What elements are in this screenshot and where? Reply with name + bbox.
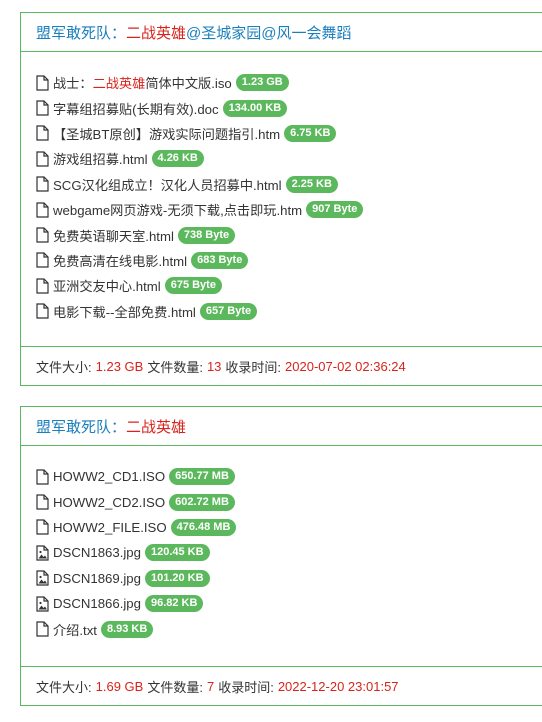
file-size-badge: 602.72 MB [169, 493, 235, 511]
file-size-badge: 6.75 KB [284, 124, 337, 142]
file-icon [36, 621, 49, 637]
file-item[interactable]: HOWW2_CD1.ISO 650.77 MB [36, 464, 236, 489]
file-name: 亚洲交友中心.html [53, 279, 161, 295]
file-name: DSCN1863.jpg [53, 545, 141, 561]
file-size-badge: 738 Byte [177, 226, 236, 244]
file-name: webgame网页游戏-无须下载,点击即玩.htm [53, 203, 303, 219]
file-item[interactable]: 字幕组招募贴(长期有效).doc 134.00 KB [36, 95, 363, 120]
file-item[interactable]: webgame网页游戏-无须下载,点击即玩.htm 907 Byte [36, 197, 364, 222]
image-file-icon [36, 570, 49, 586]
file-item[interactable]: 免费英语聊天室.html 738 Byte [36, 222, 363, 247]
file-icon [36, 227, 49, 243]
file-count-label: 文件数量: [147, 359, 203, 375]
file-item[interactable]: 游戏组招募.html 4.26 KB [36, 146, 363, 171]
file-size-badge: 4.26 KB [151, 150, 204, 168]
file-item[interactable]: 【圣城BT原创】游戏实际问题指引.htm 6.75 KB [36, 121, 363, 146]
file-item[interactable]: SCG汉化组成立！汉化人员招募中.html 2.25 KB [36, 172, 363, 197]
record-time-value: 2020-07-02 02:36:24 [285, 358, 406, 374]
file-size-badge: 907 Byte [306, 201, 364, 219]
torrent-panel: 盟军敢死队： 二战英雄 @圣城家园@风一会舞蹈 战士： 二战英雄 简体中文版.iso 1.… [20, 12, 542, 386]
file-name: 战士： [53, 76, 93, 92]
panel-footer: 文件大小: 1.69 GB 文件数量: 7 收录时间: 2022-12-20 2… [21, 666, 542, 705]
file-name: DSCN1866.jpg [53, 596, 141, 612]
file-count-value: 13 [206, 358, 222, 374]
file-size-label: 文件大小: [36, 679, 92, 695]
file-icon [36, 519, 49, 536]
file-name-highlight: 二战英雄 [92, 76, 146, 92]
file-icon [36, 494, 49, 510]
file-item[interactable]: HOWW2_FILE.ISO 476.48 MB [36, 515, 237, 540]
file-size-badge: 101.20 KB [144, 569, 210, 587]
file-icon [36, 100, 49, 116]
file-size-value: 1.23 GB [95, 358, 144, 374]
title-highlight: 二战英雄 [126, 418, 187, 436]
file-icon [36, 303, 49, 319]
file-name-suffix: 简体中文版.iso [145, 76, 232, 92]
file-icon [36, 75, 49, 91]
record-time-value: 2022-12-20 23:01:57 [277, 678, 399, 694]
panel-footer: 文件大小: 1.23 GB 文件数量: 13 收录时间: 2020-07-02 … [21, 346, 542, 385]
file-item[interactable]: 亚洲交友中心.html 675 Byte [36, 273, 363, 298]
file-size-badge: 1.23 GB [235, 74, 289, 92]
title-suffix: @圣城家园@风一会舞蹈 [186, 24, 352, 42]
file-item[interactable]: DSCN1863.jpg 120.45 KB [36, 540, 236, 565]
file-name: 介绍.txt [53, 622, 97, 638]
file-name: HOWW2_CD2.ISO [53, 494, 166, 510]
record-time-label: 收录时间: [218, 679, 274, 695]
panel-title[interactable]: 盟军敢死队： 二战英雄 @圣城家园@风一会舞蹈 [21, 13, 542, 52]
file-icon [36, 176, 49, 192]
file-name: 字幕组招募贴(长期有效).doc [53, 101, 219, 117]
file-icon [36, 278, 49, 294]
file-item[interactable]: 战士： 二战英雄 简体中文版.iso 1.23 GB [36, 70, 363, 95]
file-size-badge: 8.93 KB [100, 620, 154, 638]
file-item[interactable]: DSCN1869.jpg 101.20 KB [36, 566, 236, 591]
title-prefix: 盟军敢死队： [36, 24, 127, 42]
file-size-value: 1.69 GB [95, 678, 144, 694]
record-time-label: 收录时间: [225, 359, 282, 375]
file-name: HOWW2_CD1.ISO [53, 469, 166, 485]
file-size-badge: 120.45 KB [144, 544, 210, 562]
file-name: 【圣城BT原创】游戏实际问题指引.htm [53, 126, 281, 142]
file-size-badge: 650.77 MB [169, 468, 235, 486]
file-size-badge: 134.00 KB [222, 99, 288, 117]
file-name: HOWW2_FILE.ISO [53, 519, 167, 535]
file-count-value: 7 [206, 678, 215, 694]
file-item[interactable]: DSCN1866.jpg 96.82 KB [36, 591, 236, 616]
file-name: 电影下载--全部免费.html [53, 304, 196, 320]
title-prefix: 盟军敢死队： [36, 418, 127, 436]
file-size-badge: 476.48 MB [170, 518, 237, 536]
file-icon [36, 202, 49, 218]
file-item[interactable]: 免费高清在线电影.html 683 Byte [36, 248, 363, 273]
file-item[interactable]: 电影下载--全部免费.html 657 Byte [36, 299, 363, 324]
file-item[interactable]: HOWW2_CD2.ISO 602.72 MB [36, 489, 236, 514]
file-size-badge: 2.25 KB [285, 175, 338, 193]
file-size-badge: 675 Byte [164, 277, 222, 295]
file-name: SCG汉化组成立！汉化人员招募中.html [53, 177, 282, 193]
title-highlight: 二战英雄 [126, 24, 187, 42]
file-size-badge: 96.82 KB [144, 595, 204, 613]
file-name: DSCN1869.jpg [53, 570, 141, 586]
file-icon [36, 151, 49, 167]
file-name: 免费高清在线电影.html [53, 253, 188, 269]
file-size-label: 文件大小: [36, 359, 92, 375]
image-file-icon [36, 596, 49, 612]
torrent-panel: 盟军敢死队： 二战英雄 HOWW2_CD1.ISO 650.77 MB HOWW2_C… [20, 406, 542, 706]
file-name: 游戏组招募.html [53, 152, 148, 168]
file-size-badge: 657 Byte [199, 302, 258, 320]
file-size-badge: 683 Byte [191, 251, 249, 269]
file-name: 免费英语聊天室.html [53, 228, 174, 244]
file-count-label: 文件数量: [147, 679, 203, 695]
file-icon [36, 252, 49, 269]
file-item[interactable]: 介绍.txt 8.93 KB [36, 616, 236, 641]
file-list: 战士： 二战英雄 简体中文版.iso 1.23 GB 字幕组招募贴(长期有效).doc 1… [36, 70, 364, 324]
file-icon [36, 125, 49, 142]
image-file-icon [36, 545, 49, 561]
panel-title[interactable]: 盟军敢死队： 二战英雄 [21, 407, 542, 446]
file-list: HOWW2_CD1.ISO 650.77 MB HOWW2_CD2.ISO 602.7… [36, 464, 237, 642]
file-icon [36, 469, 49, 485]
